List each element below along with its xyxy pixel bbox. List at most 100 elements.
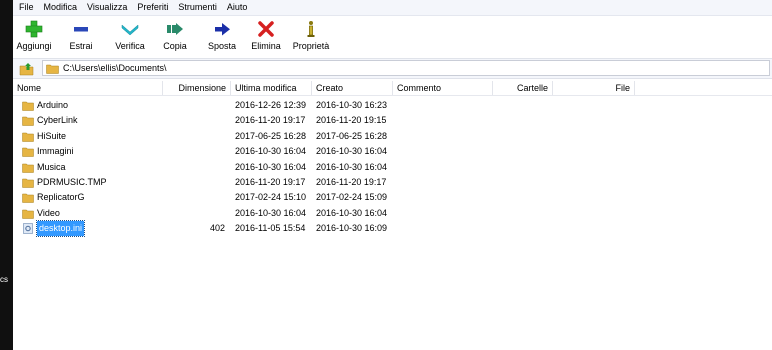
menu-file[interactable]: File [13,0,38,15]
folder-icon [22,147,34,157]
item-size: 402 [209,223,225,234]
item-created: 2017-02-24 15:09 [316,192,388,203]
extract-label: Estrai [69,41,93,51]
folder-icon [22,209,34,219]
menu-view[interactable]: Visualizza [81,0,131,15]
move-label: Sposta [207,41,237,51]
file-list: Nome Dimensione Ultima modifica Creato C… [13,81,772,350]
folder-icon [22,163,34,173]
item-modified: 2017-02-24 15:10 [235,192,307,203]
item-modified: 2016-12-26 12:39 [235,100,307,110]
folder-icon [46,64,59,74]
copy-arrow-icon [167,23,183,35]
item-size [173,98,225,113]
desktop-edge: cs [0,0,13,350]
list-item[interactable]: PDRMUSIC.TMP 2016-11-20 19:17 2016-11-20… [13,175,772,190]
item-name: HiSuite [37,130,67,141]
extract-button[interactable]: Estrai [66,20,96,56]
item-modified: 2016-11-20 19:17 [235,115,306,126]
folder-icon [22,117,34,127]
item-modified: 2017-06-25 16:28 [235,130,307,141]
delete-button[interactable]: Elimina [247,20,285,56]
item-size [173,144,225,159]
menu-help[interactable]: Aiuto [221,0,252,15]
plus-icon [25,20,43,38]
item-name: Video [37,207,60,218]
list-rows: Arduino 2016-12-26 12:39 2016-10-30 16:2… [13,98,772,238]
menu-edit[interactable]: Modifica [38,0,82,15]
item-name: Musica [37,161,66,172]
item-size [173,175,225,190]
list-item-selected[interactable]: desktop.ini 402 2016-11-05 15:54 2016-10… [13,220,772,238]
toolbar: Aggiungi Estrai Verifica Copia Sposta El… [13,16,772,59]
item-created: 2016-10-30 16:04 [316,207,388,218]
item-created: 2016-10-30 16:23 [316,100,388,110]
item-name: ReplicatorG [37,192,85,203]
menu-tools[interactable]: Strumenti [172,0,221,15]
delete-x-icon [258,21,274,37]
item-size [173,160,225,175]
item-created: 2016-11-20 19:15 [316,115,387,126]
copy-label: Copia [163,41,187,51]
item-created: 2016-10-30 16:04 [316,146,388,157]
test-label: Verifica [115,41,145,51]
list-item[interactable]: ReplicatorG 2017-02-24 15:10 2017-02-24 … [13,190,772,205]
item-size [173,206,225,221]
col-name-header[interactable]: Nome [13,81,163,95]
file-manager-window: File Modifica Visualizza Preferiti Strum… [13,0,772,350]
copy-button[interactable]: Copia [160,20,190,56]
menu-favorites[interactable]: Preferiti [131,0,172,15]
folder-icon [22,132,34,142]
col-files-header[interactable]: File [553,81,635,95]
minus-icon [74,27,88,32]
move-button[interactable]: Sposta [205,20,239,56]
folder-up-icon[interactable] [19,61,35,76]
item-size [173,129,225,144]
col-folders-header[interactable]: Cartelle [493,81,553,95]
item-name: Immagini [37,146,74,157]
address-bar: C:\Users\ellis\Documents\ [13,59,772,79]
add-button[interactable]: Aggiungi [15,20,53,56]
list-item[interactable]: HiSuite 2017-06-25 16:28 2017-06-25 16:2… [13,129,772,144]
list-item[interactable]: Immagini 2016-10-30 16:04 2016-10-30 16:… [13,144,772,159]
list-item[interactable]: Musica 2016-10-30 16:04 2016-10-30 16:04 [13,160,772,175]
item-size [173,113,225,128]
properties-label: Proprietà [292,41,330,51]
col-created-header[interactable]: Creato [312,81,393,95]
list-item[interactable]: CyberLink 2016-11-20 19:17 2016-11-20 19… [13,113,772,128]
menu-bar: File Modifica Visualizza Preferiti Strum… [13,0,772,16]
item-modified: 2016-10-30 16:04 [235,207,307,218]
item-name: CyberLink [37,115,78,126]
list-header: Nome Dimensione Ultima modifica Creato C… [13,81,772,96]
item-name: desktop.ini [35,220,86,238]
properties-button[interactable]: Proprietà [291,20,331,56]
move-arrow-icon [215,23,230,36]
item-size [173,190,225,205]
desktop-edge-label: cs [0,275,8,284]
folder-icon [22,194,34,204]
folder-icon [22,101,34,111]
check-chevron-icon [121,24,139,36]
item-created: 2016-10-30 16:04 [316,161,388,172]
list-item[interactable]: Video 2016-10-30 16:04 2016-10-30 16:04 [13,206,772,221]
item-modified: 2016-11-05 15:54 [235,223,306,234]
item-modified: 2016-10-30 16:04 [235,146,307,157]
item-modified: 2016-11-20 19:17 [235,176,306,187]
address-path: C:\Users\ellis\Documents\ [63,63,167,73]
item-modified: 2016-10-30 16:04 [235,161,307,172]
test-button[interactable]: Verifica [111,20,149,56]
col-comment-header[interactable]: Commento [393,81,493,95]
col-modified-header[interactable]: Ultima modifica [231,81,312,95]
item-name: Arduino [37,100,69,110]
folder-icon [22,178,34,188]
col-size-header[interactable]: Dimensione [163,81,231,95]
list-item[interactable]: Arduino 2016-12-26 12:39 2016-10-30 16:2… [13,98,772,113]
item-name: PDRMUSIC.TMP [37,176,107,187]
info-icon [307,21,315,37]
address-field[interactable]: C:\Users\ellis\Documents\ [42,60,770,76]
item-created: 2017-06-25 16:28 [316,130,388,141]
add-label: Aggiungi [16,41,52,51]
delete-label: Elimina [251,41,281,51]
item-created: 2016-11-20 19:17 [316,176,387,187]
item-created: 2016-10-30 16:09 [316,223,388,234]
